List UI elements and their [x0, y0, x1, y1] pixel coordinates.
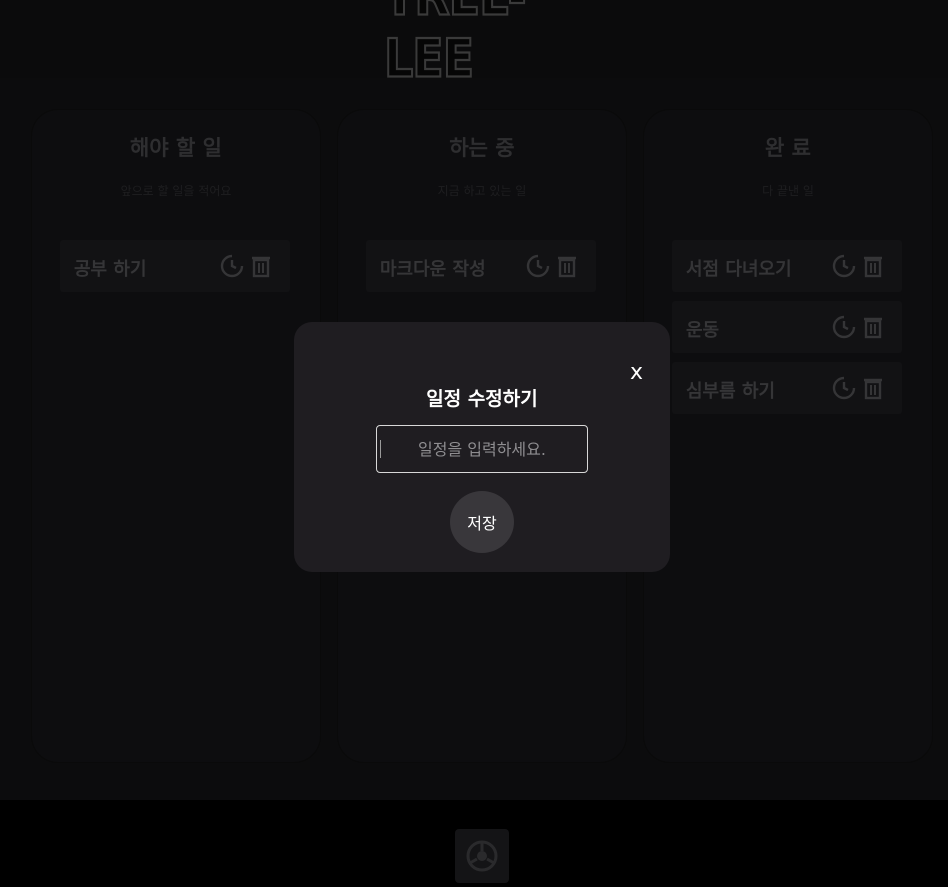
save-button[interactable]: 저장 [450, 491, 514, 553]
modal-title: 일정 수정하기 [426, 388, 538, 410]
edit-task-modal: x 일정 수정하기 저장 [294, 322, 670, 572]
close-button[interactable]: x [630, 362, 643, 384]
task-input[interactable] [376, 425, 588, 473]
text-caret [380, 440, 381, 458]
app-page: TREL-LEE 해야 할 일 앞으로 할 일을 적어요 공부 하기 하는 중 … [0, 0, 948, 887]
modal-overlay[interactable]: x 일정 수정하기 저장 [0, 0, 948, 887]
